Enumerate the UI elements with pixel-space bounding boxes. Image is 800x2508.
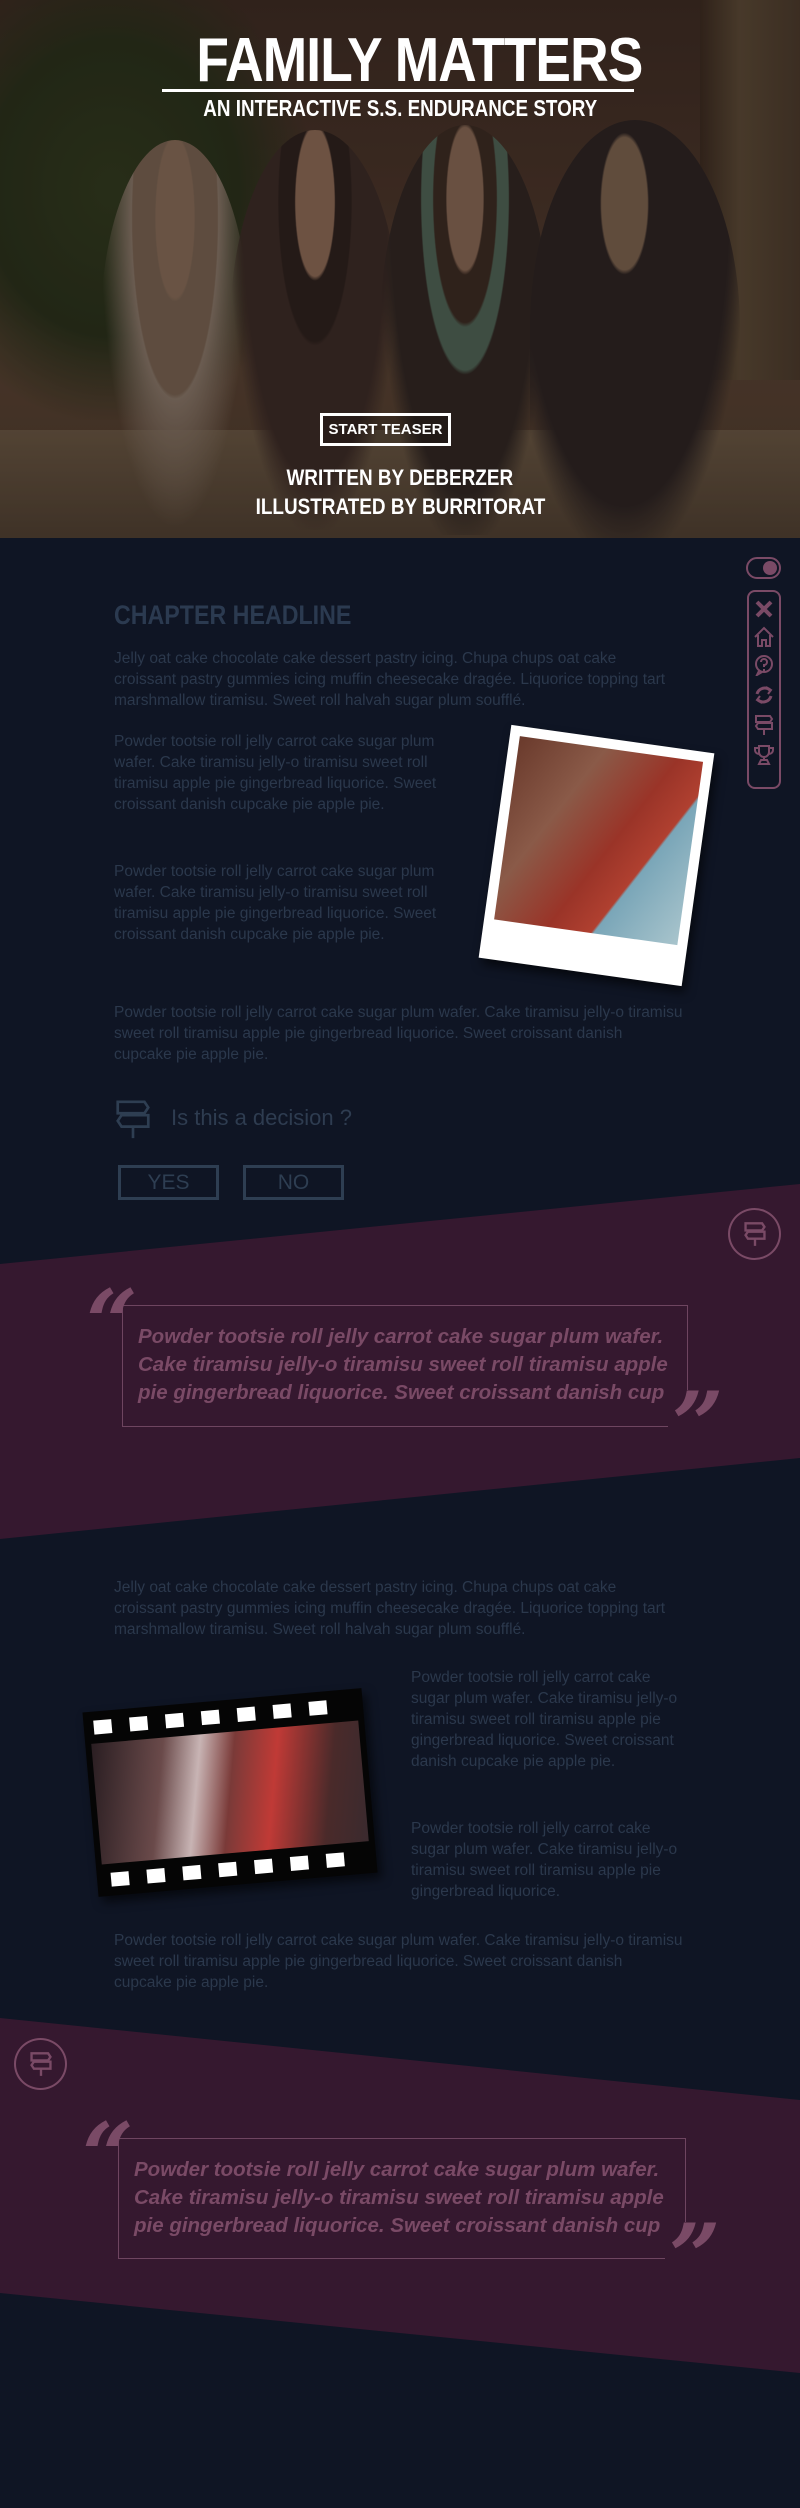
trophy-icon[interactable] [753, 744, 775, 766]
polaroid-photo [478, 724, 715, 987]
story-paragraph: Jelly oat cake chocolate cake dessert pa… [114, 1579, 666, 1638]
illustrator-credit-text: ILLUSTRATED BY BURRITORAT [255, 494, 545, 519]
story-paragraph: Powder tootsie roll jelly carrot cake su… [411, 1820, 678, 1900]
decision-question: Is this a decision ? [171, 1105, 352, 1130]
open-quote-mark: “ [82, 2103, 134, 2209]
refresh-icon[interactable] [753, 684, 775, 706]
theme-toggle[interactable] [746, 557, 781, 579]
signpost-icon [116, 1100, 150, 1139]
filmstrip-photo [82, 1688, 378, 1897]
chapter-headline-text: CHAPTER HEADLINE [114, 600, 352, 630]
chapter-paragraph: Jelly oat cake chocolate cake dessert pa… [114, 650, 666, 709]
hero-banner: FAMILY MATTERS AN INTERACTIVE S.S. ENDUR… [0, 0, 800, 538]
title-divider [162, 89, 634, 92]
chapter-paragraph: Powder tootsie roll jelly carrot cake su… [114, 733, 437, 813]
toggle-icon [763, 561, 777, 575]
chapter-paragraph: Powder tootsie roll jelly carrot cake su… [114, 863, 437, 943]
close-icon[interactable] [753, 598, 775, 620]
story-subtitle-text: AN INTERACTIVE S.S. ENDURANCE STORY [203, 95, 598, 121]
character-portrait-image [494, 736, 704, 946]
help-icon[interactable] [753, 654, 775, 676]
author-credit: WRITTEN BY DEBERZER [150, 465, 650, 491]
open-quote-mark: “ [86, 1270, 138, 1376]
decision-marker-button[interactable] [14, 2038, 67, 2090]
story-title: FAMILY MATTERS [160, 30, 643, 92]
quote-text: Powder tootsie roll jelly carrot cake su… [138, 1325, 668, 1404]
chapter-headline: CHAPTER HEADLINE [114, 598, 390, 632]
sidebar-menu [747, 590, 781, 789]
characters-scene-image [91, 1720, 369, 1865]
chapter-paragraph: Powder tootsie roll jelly carrot cake su… [114, 1004, 683, 1063]
quote-text: Powder tootsie roll jelly carrot cake su… [134, 2158, 664, 2237]
story-title-text: FAMILY MATTERS [196, 26, 643, 95]
signpost-icon [30, 2052, 52, 2076]
story-subtitle: AN INTERACTIVE S.S. ENDURANCE STORY [160, 96, 634, 120]
signpost-icon[interactable] [753, 714, 775, 736]
story-paragraph: Powder tootsie roll jelly carrot cake su… [411, 1669, 678, 1770]
start-teaser-button[interactable]: START TEASER [320, 413, 451, 446]
story-paragraph: Powder tootsie roll jelly carrot cake su… [114, 1932, 683, 1991]
author-credit-text: WRITTEN BY DEBERZER [286, 465, 514, 490]
home-icon[interactable] [753, 626, 775, 648]
signpost-icon [744, 1222, 766, 1246]
decision-marker-button[interactable] [728, 1208, 781, 1260]
illustrator-credit: ILLUSTRATED BY BURRITORAT [150, 494, 650, 520]
